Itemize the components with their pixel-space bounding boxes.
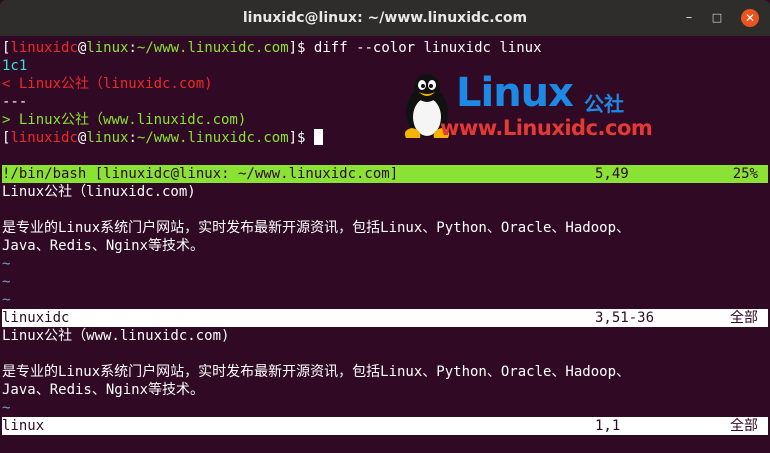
logo-url: www.Linuxidc.com (440, 116, 653, 140)
status-top-percent: 25% (732, 166, 758, 182)
window-title: linuxidc@linux: ~/www.linuxidc.com (242, 10, 528, 26)
diff-hunk: 1c1 (2, 58, 28, 74)
status-bot-percent: 全部 (730, 418, 758, 434)
linuxidc-logo: Linux 公社 www.Linuxidc.com (398, 70, 653, 142)
logo-word: Linux (456, 70, 574, 116)
title-bar[interactable]: linuxidc@linux: ~/www.linuxidc.com – □ ✕ (0, 0, 770, 36)
pane1-tilde-2: ~ (2, 274, 11, 290)
status-mid-percent: 全部 (730, 310, 758, 326)
status-bar-top: !/bin/bash [linuxidc@linux: ~/www.linuxi… (2, 165, 768, 183)
close-button[interactable]: ✕ (741, 9, 759, 27)
status-bot-position: 1,1 (595, 418, 621, 434)
command-text: diff --color linuxidc linux (313, 40, 542, 56)
pane2-line-3: 是专业的Linux系统门户网站，实时发布最新开源资讯，包括Linux、Pytho… (2, 364, 631, 380)
status-top-file: !/bin/bash [linuxidc@linux: ~/www.linuxi… (2, 166, 399, 182)
prompt-line-2: [linuxidc@linux:~/www.linuxidc.com]$ (2, 129, 323, 147)
prompt-colon: : (128, 40, 137, 56)
prompt-close: ]$ (288, 130, 314, 146)
terminal-area[interactable]: [linuxidc@linux:~/www.linuxidc.com]$ dif… (2, 37, 768, 451)
prompt-path: ~/www.linuxidc.com (136, 40, 289, 56)
prompt-host: linux (86, 130, 129, 146)
status-mid-file: linuxidc (2, 310, 70, 326)
prompt-user: linuxidc (10, 130, 78, 146)
pane1-line-4: Java、Redis、Nginx等技术。 (2, 238, 205, 254)
pane2-line-1: Linux公社（www.linuxidc.com) (2, 328, 230, 344)
logo-cn: 公社 (584, 92, 624, 116)
status-bar-mid: linuxidc 3,51-36 全部 (2, 309, 768, 327)
terminal-window: linuxidc@linux: ~/www.linuxidc.com – □ ✕… (0, 0, 770, 453)
pane1-tilde-3: ~ (2, 292, 11, 308)
status-bot-file: linux (2, 418, 45, 434)
diff-removed: < Linux公社（linuxidc.com) (2, 76, 213, 92)
pane2-tilde-1: ~ (2, 400, 11, 416)
diff-separator: --- (2, 94, 28, 110)
prompt-path: ~/www.linuxidc.com (136, 130, 289, 146)
pane2-line-4: Java、Redis、Nginx等技术。 (2, 382, 205, 398)
prompt-user: linuxidc (10, 40, 78, 56)
status-top-position: 5,49 (595, 166, 629, 182)
prompt-line-1: [linuxidc@linux:~/www.linuxidc.com]$ dif… (2, 39, 542, 57)
pane1-line-3: 是专业的Linux系统门户网站，实时发布最新开源资讯，包括Linux、Pytho… (2, 220, 631, 236)
pane1-tilde-1: ~ (2, 256, 11, 272)
status-mid-position: 3,51-36 (595, 310, 655, 326)
diff-added: > Linux公社（www.linuxidc.com) (2, 112, 247, 128)
prompt-colon: : (128, 130, 137, 146)
status-bar-bottom: linux 1,1 全部 (2, 417, 768, 435)
prompt-host: linux (86, 40, 129, 56)
text-cursor (313, 129, 323, 145)
maximize-button[interactable]: □ (708, 9, 726, 27)
minimize-button[interactable]: – (680, 9, 698, 27)
pane1-line-1: Linux公社（linuxidc.com) (2, 184, 196, 200)
prompt-close: ]$ (288, 40, 314, 56)
